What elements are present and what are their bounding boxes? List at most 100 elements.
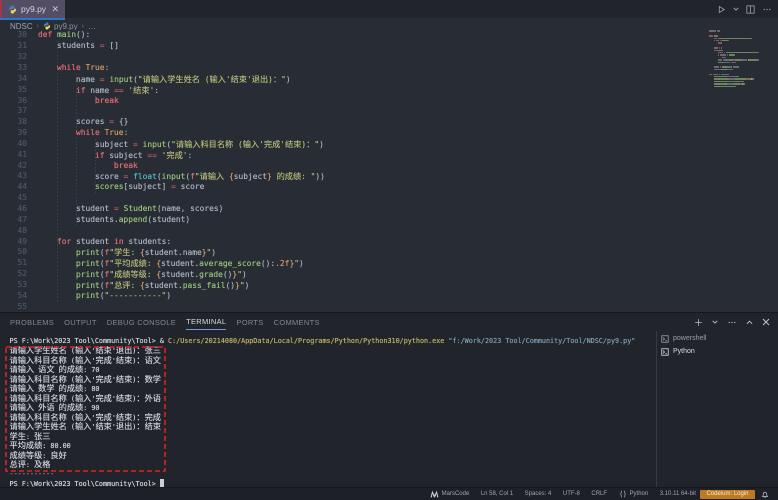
tab-py9[interactable]: py9.py ✕ [0,0,65,18]
code-line-35: 35 if name == '结束': [0,85,778,96]
line-number: 40 [0,139,27,150]
line-number: 32 [0,52,27,63]
notifications-bell-icon [761,490,769,499]
indentation[interactable]: Spaces: 4 [525,491,552,497]
line-number: 42 [0,161,27,172]
code-line-36: 36 break [0,96,778,107]
code-line-43: 43 score = float(input(f"请输入 {subject} 的… [0,171,778,182]
terminal-line: ----------- [10,470,55,480]
code-line-55: 55 [0,302,778,312]
terminal[interactable]: PS F:\Work\2023 Tool\Community\Tool> & C… [0,331,654,488]
code-line-46: 46 student = Student(name, scores) [0,204,778,215]
line-number: 46 [0,204,27,215]
code-line-53: 53 print(f"总评: {student.pass_fail()}") [0,280,778,291]
terminal-list: powershellPython [657,331,778,488]
python-interpreter[interactable]: 3.10.11 64-bit [660,491,696,497]
line-number: 55 [0,302,27,312]
terminal-line: 请输入学生姓名 (输入'结束'退出)：结束 [10,422,161,432]
minimap[interactable] [703,30,765,312]
line-number: 41 [0,150,27,161]
panel-tab-problems[interactable]: PROBLEMS [10,315,54,330]
python-file-icon [8,5,17,14]
code-line-38: 38 scores = {} [0,117,778,128]
code-line-48: 48 [0,226,778,237]
code-line-37: 37 [0,106,778,117]
terminal-icon [661,335,669,343]
breadcrumb-python-icon [43,22,51,30]
line-number: 51 [0,258,27,269]
panel-tab-output[interactable]: OUTPUT [64,315,97,330]
encoding[interactable]: UTF-8 [563,491,580,497]
code-line-54: 54 print("-----------") [0,291,778,302]
code-line-47: 47 students.append(student) [0,215,778,226]
codeium-login[interactable]: Codeium: Login [700,490,754,499]
marscode-status[interactable]: MarsCode [430,490,470,498]
active-tab-underline [0,18,65,20]
line-number: 39 [0,128,27,139]
close-panel-icon[interactable] [762,318,770,326]
line-number: 38 [0,117,27,128]
terminal-profile-chevron-icon[interactable] [712,319,718,325]
tab-label: py9.py [21,4,46,14]
line-number: 50 [0,247,27,258]
split-editor-button[interactable] [746,5,755,14]
vscode-window: py9.py ✕ NDSC › py9.py › … 30def main():… [0,0,778,500]
code-line-32: 32 [0,52,778,63]
panel-tab-bar: PROBLEMS OUTPUT DEBUG CONSOLE TERMINAL PORTS… [0,313,778,331]
code-line-45: 45 [0,193,778,204]
eol-sequence[interactable]: CRLF [591,491,607,497]
line-number: 53 [0,280,27,291]
code-line-49: 49 for student in students: [0,237,778,248]
run-python-button[interactable] [717,5,726,14]
code-line-30: 30def main(): [0,30,778,41]
code-line-33: 33 while True: [0,63,778,74]
code-line-34: 34 name = input("请输入学生姓名 (输入'结束'退出)：") [0,74,778,85]
panel-tab-comments[interactable]: COMMENTS [274,315,320,330]
line-number: 36 [0,96,27,107]
line-number: 37 [0,106,27,117]
code-line-31: 31 students = [] [0,41,778,52]
line-number: 49 [0,237,27,248]
line-number: 33 [0,63,27,74]
panel-tab-debug-console[interactable]: DEBUG CONSOLE [107,315,176,330]
line-number: 30 [0,30,27,41]
panel-action-icons [694,313,770,331]
tab-close-icon[interactable]: ✕ [51,5,59,13]
line-number: 45 [0,193,27,204]
line-number: 52 [0,269,27,280]
panel-tab-ports[interactable]: PORTS [236,315,263,330]
editor-actions [717,0,772,18]
code-line-44: 44 scores[subject] = score [0,182,778,193]
breadcrumb-chevron-icon: › [37,23,39,30]
more-actions-button[interactable] [762,5,772,14]
line-number: 54 [0,291,27,302]
code-line-39: 39 while True: [0,128,778,139]
code-line-51: 51 print(f"平均成绩: {student.average_score(… [0,258,778,269]
tab-left-accent [0,0,2,18]
language-mode-icon [619,490,627,498]
code-line-40: 40 subject = input("请输入科目名称 (输入'完成'结束)："… [0,139,778,150]
code-editor[interactable]: 30def main():31 students = []3233 while … [0,30,778,312]
panel-more-icon[interactable] [727,318,737,327]
line-number: 43 [0,171,27,182]
cursor-position[interactable]: Ln 58, Col 1 [481,491,513,497]
terminal-line: 总评: 及格 [10,460,51,470]
status-bar: MarsCode Ln 58, Col 1 Spaces: 4 UTF-8 CRLF Py… [0,487,778,500]
run-dropdown-chevron[interactable] [733,6,739,12]
panel-tab-terminal[interactable]: TERMINAL [186,314,226,330]
terminal-icon [661,348,669,356]
language-mode[interactable]: Python [619,490,649,498]
code-line-50: 50 print(f"学生: {student.name}") [0,247,778,258]
line-number: 35 [0,85,27,96]
terminal-session-powershell[interactable]: powershell [657,332,778,345]
terminal-session-python[interactable]: Python [657,345,778,358]
notifications-bell[interactable] [761,490,769,499]
line-number: 31 [0,41,27,52]
status-bar-right: MarsCode Ln 58, Col 1 Spaces: 4 UTF-8 CRLF Py… [430,490,778,499]
code-line-41: 41 if subject == '完成': [0,150,778,161]
line-number: 34 [0,74,27,85]
line-number: 48 [0,226,27,237]
code-line-52: 52 print(f"成绩等级: {student.grade()}") [0,269,778,280]
new-terminal-icon[interactable] [694,318,703,327]
maximize-panel-icon[interactable] [746,319,753,326]
